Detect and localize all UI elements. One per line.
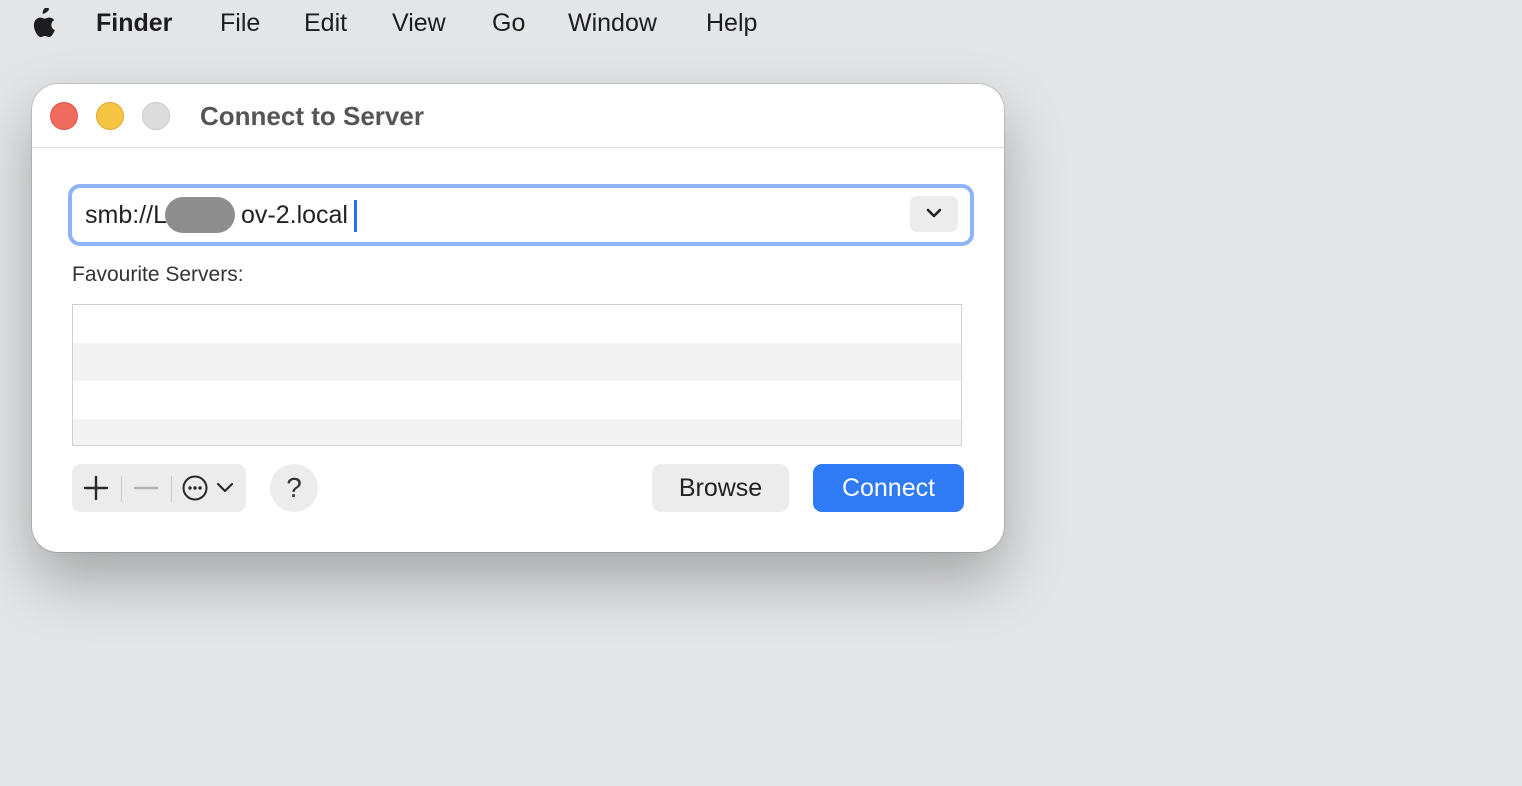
menu-go[interactable]: Go	[492, 8, 525, 38]
chevron-down-icon	[216, 482, 234, 493]
server-address-input[interactable]: smb://L ov-2.local	[68, 184, 974, 246]
minimize-button[interactable]	[96, 102, 124, 130]
list-item[interactable]	[73, 343, 961, 381]
plus-icon	[83, 475, 109, 501]
connect-button[interactable]: Connect	[813, 464, 964, 512]
menu-file[interactable]: File	[220, 8, 260, 38]
apple-icon[interactable]	[28, 8, 56, 40]
redaction-mask	[165, 197, 235, 233]
browse-button[interactable]: Browse	[652, 464, 789, 512]
list-item[interactable]	[73, 305, 961, 343]
help-button[interactable]: ?	[270, 464, 318, 512]
menu-view[interactable]: View	[392, 8, 446, 38]
favourite-servers-list[interactable]	[72, 304, 962, 446]
menu-window[interactable]: Window	[568, 8, 657, 38]
text-cursor	[354, 200, 357, 232]
close-button[interactable]	[50, 102, 78, 130]
connect-to-server-window: Connect to Server smb://L ov-2.local Favo…	[32, 84, 1004, 552]
menu-bar: Finder File Edit View Go Window Help	[0, 0, 1522, 46]
window-title: Connect to Server	[200, 101, 424, 131]
menu-help[interactable]: Help	[706, 8, 757, 38]
favourites-segmented-control	[72, 464, 246, 512]
list-item[interactable]	[73, 419, 961, 445]
title-bar[interactable]: Connect to Server	[32, 84, 1004, 148]
list-item[interactable]	[73, 381, 961, 419]
more-actions-button[interactable]	[172, 464, 246, 512]
menu-edit[interactable]: Edit	[304, 8, 347, 38]
add-favourite-button[interactable]	[72, 464, 120, 512]
ellipsis-circle-icon	[182, 475, 208, 501]
zoom-button	[142, 102, 170, 130]
menu-finder[interactable]: Finder	[96, 8, 172, 38]
favourite-servers-label: Favourite Servers:	[72, 263, 244, 286]
minus-icon	[133, 486, 159, 490]
remove-favourite-button	[122, 464, 170, 512]
chevron-down-icon	[926, 208, 942, 218]
recent-servers-dropdown[interactable]	[910, 196, 958, 232]
